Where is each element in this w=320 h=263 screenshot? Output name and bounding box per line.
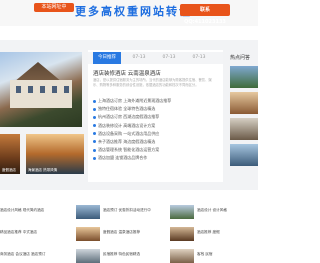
tab-date[interactable]: 07-13	[126, 52, 152, 64]
bullet-icon	[93, 156, 96, 160]
bullet-icon	[93, 124, 96, 128]
thumb-caption: 海景酒店 热带风情	[28, 168, 58, 172]
sidebar-thumb[interactable]	[230, 66, 258, 88]
list-item-label[interactable]: 独特住宿体验 全球特色酒店精选	[98, 106, 155, 111]
hero-house-shape	[10, 80, 72, 108]
sidebar-thumb[interactable]	[230, 144, 258, 166]
bottom-link[interactable]: 精品酒店推荐 中式酒店	[0, 230, 70, 235]
list-item[interactable]: 独特住宿体验 全球特色酒店精选	[93, 105, 221, 113]
list-item-label[interactable]: 酒店装修设计 高端酒店设计方案	[98, 123, 155, 128]
bottom-link[interactable]: 酒店设计 设计风格	[197, 208, 257, 213]
list-item-label[interactable]: 酒店管理系统 智能化酒店运营方案	[98, 147, 159, 152]
feature-description: 酒店，是以提供住宿服务为主的场所，当代的酒店能够为顾客提供住宿、餐饮、娱乐、购物…	[93, 78, 212, 87]
bullet-icon	[93, 140, 96, 144]
list-item[interactable]: 酒店管理系统 智能化酒店运营方案	[93, 146, 221, 154]
list-item-label[interactable]: 酒店加盟 连锁酒店品牌合作	[98, 155, 147, 160]
bottom-thumb[interactable]	[76, 205, 100, 219]
list-item-label[interactable]: 上海酒店订房 上海外滩附近景观酒店推荐	[98, 98, 171, 103]
list-item-label[interactable]: 亲子酒店推荐 海边度假酒店精选	[98, 139, 155, 144]
list-item-label[interactable]: 杭州酒店订房 西湖边度假酒店推荐	[98, 114, 159, 119]
thumb-caption: 度假酒店	[2, 168, 16, 172]
sidebar-title: 热点问答	[230, 55, 251, 61]
banner-badge: 本站网址中	[34, 3, 74, 12]
tab-date[interactable]: 07-13	[156, 52, 182, 64]
bottom-link[interactable]: 酒店设计风格 现代简约酒店	[0, 208, 70, 213]
bottom-link[interactable]: 客栈 民宿	[197, 252, 257, 257]
list-item[interactable]: 酒店加盟 连锁酒店品牌合作	[93, 154, 221, 162]
tab-date[interactable]: 07-13	[186, 52, 212, 64]
tab-today[interactable]: 今日推荐	[93, 52, 121, 64]
bottom-link[interactable]: 度假酒店 温泉酒店推荐	[103, 230, 165, 235]
list-item[interactable]: 酒店装修设计 高端酒店设计方案	[93, 122, 221, 130]
list-item[interactable]: 酒店设备采购 一站式酒店用品供应	[93, 130, 221, 138]
bullet-icon	[93, 132, 96, 136]
bullet-icon	[93, 148, 96, 152]
window-shape	[64, 86, 69, 93]
bullet-icon	[93, 115, 96, 119]
bottom-link[interactable]: 民宿推荐 特色民宿精选	[103, 252, 165, 257]
bottom-link[interactable]: 酒店推荐 度假	[197, 230, 257, 235]
bottom-thumb[interactable]	[76, 227, 100, 241]
bottom-link[interactable]: 酒店预订 优惠折扣活动进行中	[103, 208, 165, 213]
window-shape	[28, 86, 33, 93]
list-item[interactable]: 杭州酒店订房 西湖边度假酒店推荐	[93, 113, 221, 121]
bullet-icon	[93, 99, 96, 103]
window-shape	[52, 86, 57, 93]
sidebar-thumb[interactable]	[230, 92, 258, 114]
article-list: 上海酒店订房 上海外滩附近景观酒店推荐 独特住宿体验 全球特色酒店精选 杭州酒店…	[93, 97, 221, 163]
feature-title[interactable]: 酒店装修酒店 云南温泉酒店	[93, 69, 161, 77]
window-shape	[40, 86, 45, 93]
window-shape	[16, 86, 21, 93]
sidebar-thumb[interactable]	[230, 118, 258, 140]
list-item[interactable]: 亲子酒店推荐 海边度假酒店精选	[93, 138, 221, 146]
bottom-link[interactable]: 商务酒店 会议酒店 酒店预订	[0, 252, 70, 257]
bottom-thumb[interactable]	[170, 227, 194, 241]
bottom-thumb[interactable]	[170, 205, 194, 219]
list-item-label[interactable]: 酒店设备采购 一站式酒店用品供应	[98, 131, 159, 136]
bullet-icon	[93, 107, 96, 111]
list-item[interactable]: 上海酒店订房 上海外滩附近景观酒店推荐	[93, 97, 221, 105]
contact-qq-badge[interactable]: 联系QQ:411023133	[180, 4, 230, 25]
